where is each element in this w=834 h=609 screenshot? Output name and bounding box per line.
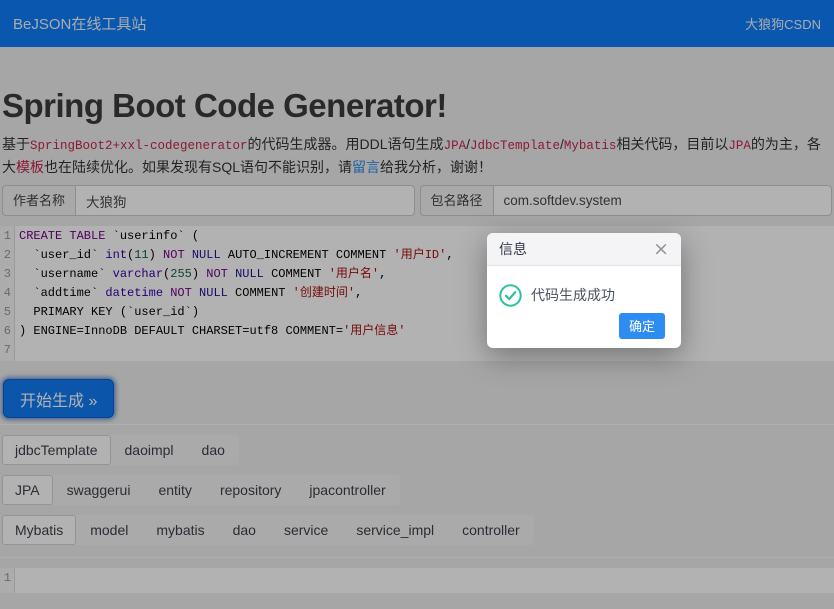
modal-backdrop — [0, 0, 834, 609]
modal-title: 信息 — [499, 239, 527, 259]
ok-button[interactable]: 确定 — [619, 313, 665, 339]
modal-body: 代码生成成功 — [487, 266, 681, 313]
modal-header: 信息 × — [487, 233, 681, 266]
success-check-circle-icon — [499, 284, 522, 307]
close-icon[interactable]: × — [653, 240, 669, 259]
modal-footer: 确定 — [487, 313, 681, 348]
message-modal: 信息 × 代码生成成功 确定 — [487, 233, 681, 348]
modal-message: 代码生成成功 — [531, 285, 615, 305]
